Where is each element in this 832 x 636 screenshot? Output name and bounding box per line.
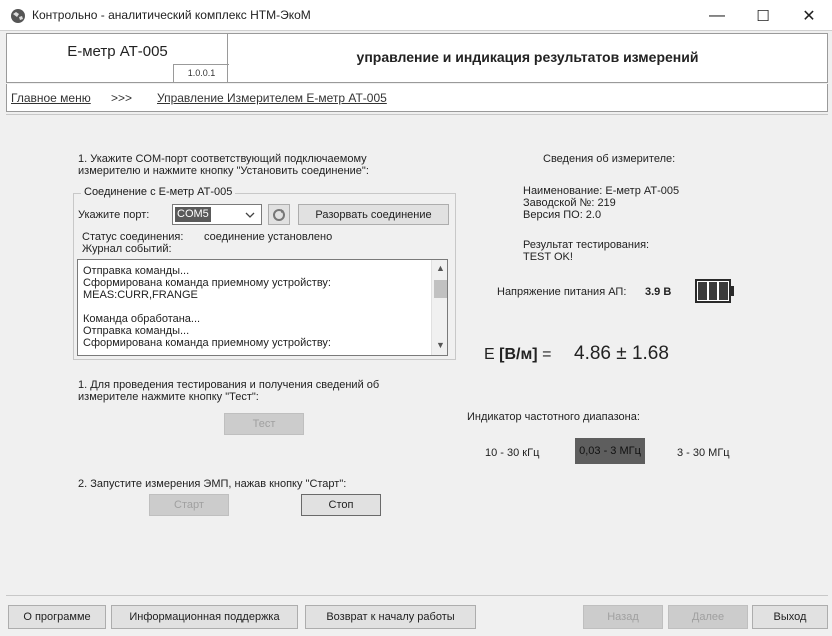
support-button[interactable]: Информационная поддержка <box>111 605 298 629</box>
page-header: E-метр АТ-005 1.0.0.1 управление и индик… <box>6 33 828 83</box>
connection-group-title: Соединение с E-метр АТ-005 <box>81 186 236 198</box>
battery-icon <box>695 279 731 303</box>
chevron-down-icon <box>245 212 255 218</box>
device-name: E-метр АТ-005 <box>67 43 168 60</box>
connection-status-label: Статус соединения: <box>82 231 184 243</box>
stop-button[interactable]: Стоп <box>301 494 381 516</box>
port-label: Укажите порт: <box>78 209 150 221</box>
power-label: Напряжение питания АП: <box>497 286 627 298</box>
window-title: Контрольно - аналитический комплекс НТМ-… <box>32 8 311 22</box>
frequency-range-low: 10 - 30 кГц <box>485 447 540 459</box>
device-info-serial: Заводской №: 219 <box>523 197 616 209</box>
breadcrumb-current-link[interactable]: Управление Измерителем E-метр АТ-005 <box>157 91 387 105</box>
device-info-name: Наименование: E-метр АТ-005 <box>523 185 680 197</box>
event-log-label: Журнал событий: <box>82 243 172 255</box>
frequency-indicator-label: Индикатор частотного диапазона: <box>467 411 640 423</box>
app-globe-icon <box>11 9 25 23</box>
breadcrumb-separator: >>> <box>111 91 133 105</box>
maximize-button[interactable]: ☐ <box>740 0 786 31</box>
measure-instruction: 2. Запустите измерения ЭМП, нажав кнопку… <box>78 478 347 490</box>
about-button[interactable]: О программе <box>8 605 106 629</box>
reading-suffix: = <box>537 346 552 363</box>
reading-unit: [В/м] <box>499 346 538 363</box>
test-result-label: Результат тестирования: <box>523 239 650 251</box>
page-title: управление и индикация результатов измер… <box>356 49 699 65</box>
connection-status-value: соединение установлено <box>204 231 333 243</box>
next-button[interactable]: Далее <box>668 605 748 629</box>
device-info-title: Сведения об измерителе: <box>543 153 676 165</box>
scroll-down-icon[interactable]: ▼ <box>432 340 447 350</box>
reading-label: E [В/м] = <box>484 346 551 364</box>
power-value: 3.9 В <box>645 286 672 298</box>
battery-segment <box>708 282 718 300</box>
exit-button[interactable]: Выход <box>752 605 828 629</box>
close-button[interactable]: ✕ <box>786 0 832 31</box>
scroll-thumb[interactable] <box>434 280 447 298</box>
connection-instruction: 1. Укажите COM-порт соответствующий подк… <box>78 153 369 177</box>
breadcrumb-home-link[interactable]: Главное меню <box>11 91 91 105</box>
scroll-up-icon[interactable]: ▲ <box>432 263 447 273</box>
minimize-button[interactable]: — <box>694 0 740 31</box>
test-result-value: TEST OK! <box>523 251 573 263</box>
back-button[interactable]: Назад <box>583 605 663 629</box>
footer-divider <box>6 595 828 596</box>
battery-segment <box>698 282 707 300</box>
breadcrumb: Главное меню >>> Управление Измерителем … <box>6 84 828 112</box>
port-select[interactable]: COM5 <box>172 204 262 225</box>
title-bar: Контрольно - аналитический комплекс НТМ-… <box>0 0 832 31</box>
battery-segment <box>719 282 729 300</box>
event-log-scrollbar[interactable]: ▲ ▼ <box>431 260 447 355</box>
reading-value: 4.86 ± 1.68 <box>574 343 669 364</box>
restart-button[interactable]: Возврат к началу работы <box>305 605 476 629</box>
device-info-firmware: Версия ПО: 2.0 <box>523 209 602 221</box>
event-log-text: Отправка команды... Сформирована команда… <box>83 265 331 349</box>
refresh-icon <box>273 208 285 221</box>
frequency-range-mid: 0,03 - 3 МГц <box>575 438 645 464</box>
event-log[interactable]: Отправка команды... Сформирована команда… <box>77 259 448 356</box>
battery-tip <box>731 286 734 296</box>
test-instruction: 1. Для проведения тестирования и получен… <box>78 379 380 403</box>
refresh-ports-button[interactable] <box>268 204 290 225</box>
version-label: 1.0.0.1 <box>173 64 229 82</box>
test-button[interactable]: Тест <box>224 413 304 435</box>
port-select-value: COM5 <box>175 207 211 222</box>
start-button[interactable]: Старт <box>149 494 229 516</box>
reading-prefix: E <box>484 346 500 363</box>
disconnect-button[interactable]: Разорвать соединение <box>298 204 449 225</box>
frequency-range-high: 3 - 30 МГц <box>677 447 730 459</box>
